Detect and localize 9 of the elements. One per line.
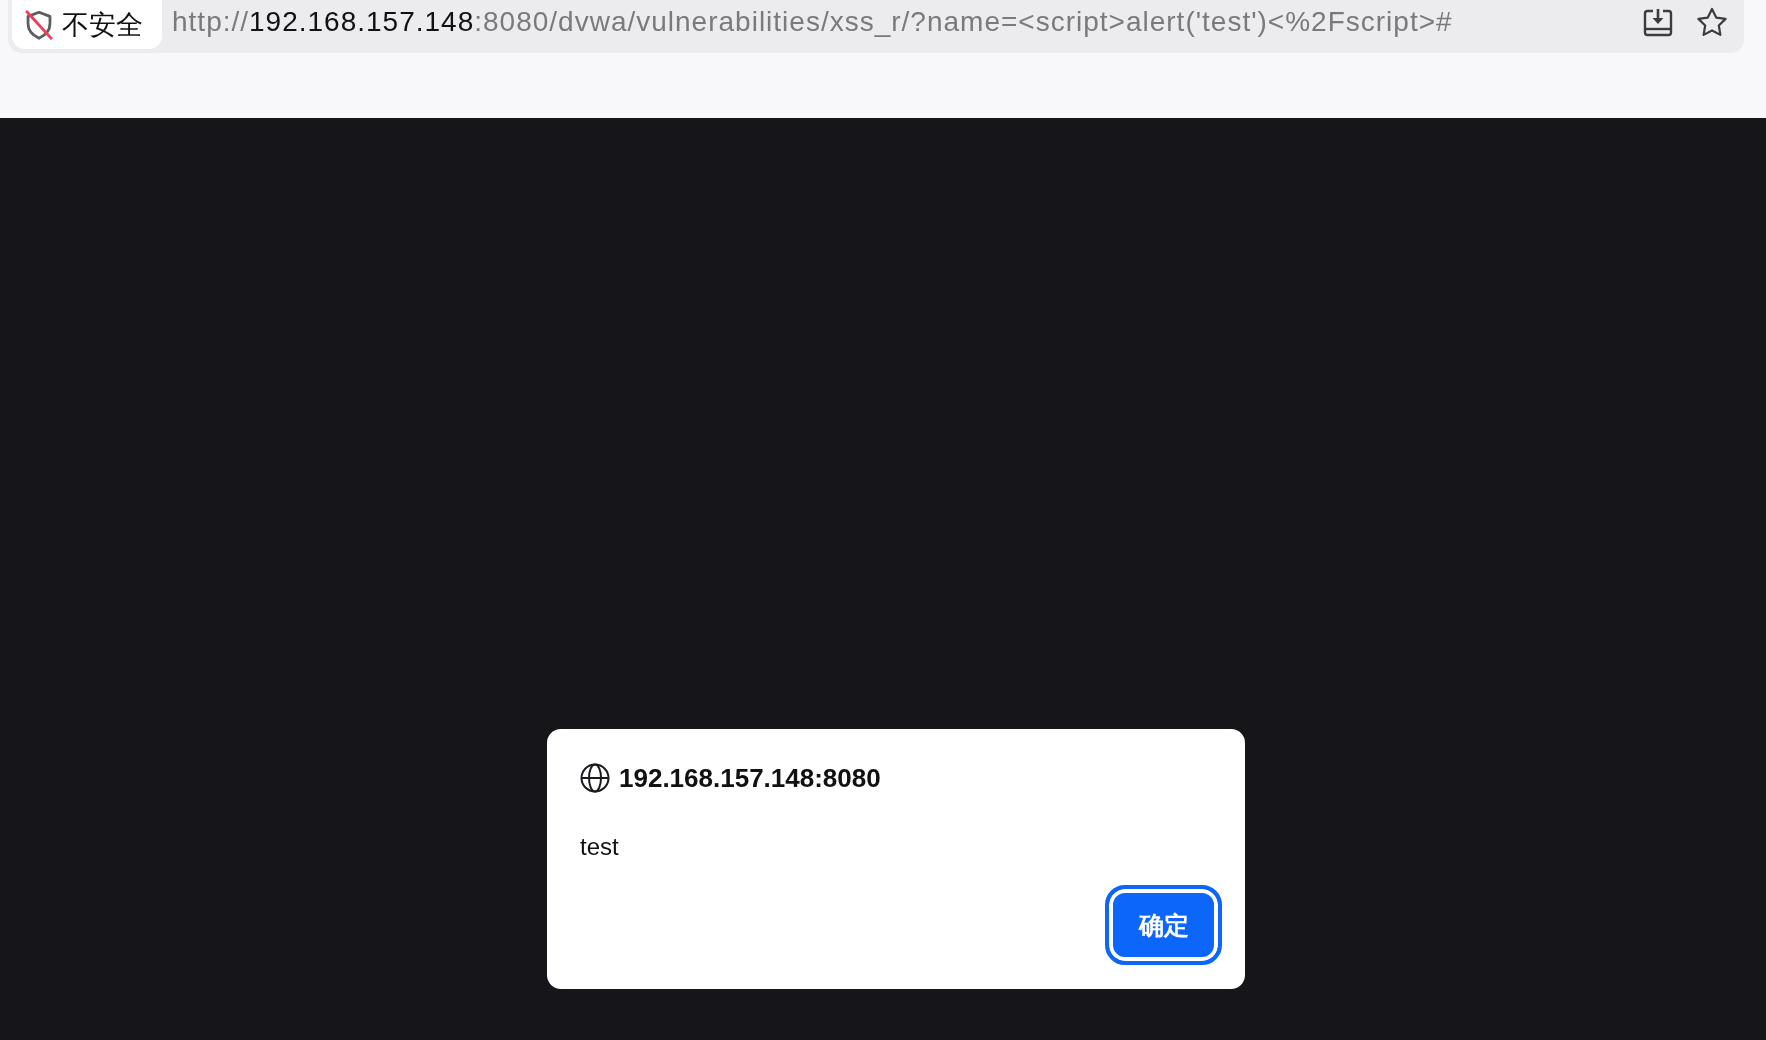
url-field[interactable]: http://192.168.157.148:8080/dvwa/vulnerabilities/xss_r/?name=<script>alert('test')<%2Fscript># [172, 0, 1453, 44]
download-icon[interactable] [1642, 7, 1674, 38]
crossed-shield-icon [24, 9, 54, 40]
security-chip[interactable]: 不安全 [12, 0, 162, 49]
dialog-origin: 192.168.157.148:8080 [619, 762, 881, 794]
dialog-message: test [580, 832, 619, 862]
globe-icon [580, 763, 610, 793]
ok-button[interactable]: 确定 [1105, 885, 1222, 965]
star-icon[interactable] [1696, 7, 1728, 38]
